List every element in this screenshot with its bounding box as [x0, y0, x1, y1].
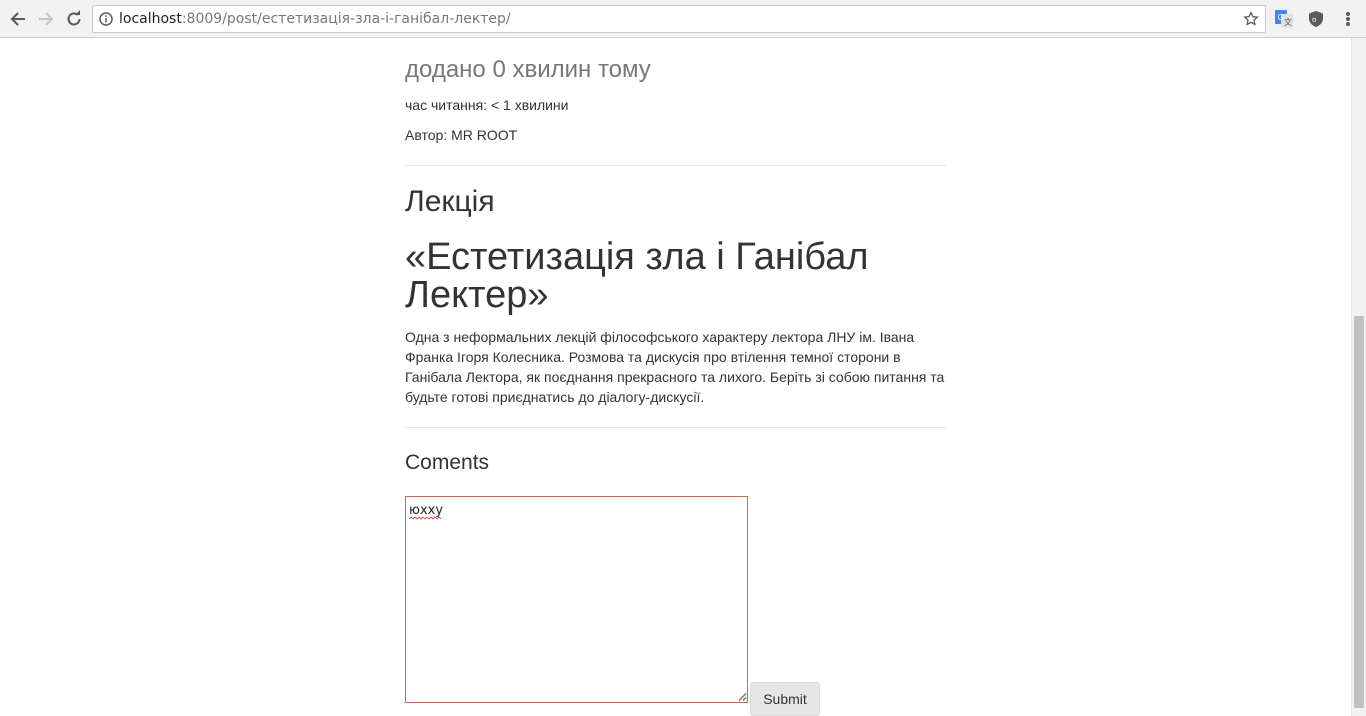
- post-added-time: додано 0 хвилин тому: [405, 56, 651, 83]
- url-text[interactable]: localhost:8009/post/естетизація-зла-і-га…: [119, 11, 511, 27]
- url-host: localhost: [119, 11, 182, 27]
- ublock-icon: ʊ: [1309, 11, 1323, 27]
- kebab-menu-icon: [1346, 17, 1350, 21]
- comments-heading: Coments: [405, 451, 490, 474]
- address-bar[interactable]: localhost:8009/post/естетизація-зла-і-га…: [92, 5, 1266, 33]
- divider: [405, 165, 946, 166]
- post-description: Одна з неформальних лекцій філософського…: [405, 329, 945, 405]
- url-path: :8009/post/естетизація-зла-і-ганібал-лек…: [181, 11, 511, 27]
- info-icon[interactable]: [99, 12, 113, 26]
- arrow-right-icon: [39, 12, 54, 26]
- scrollbar-thumb[interactable]: [1354, 316, 1364, 708]
- back-button[interactable]: [6, 7, 30, 31]
- spellcheck-underline: [409, 517, 441, 520]
- reload-icon: [67, 10, 81, 26]
- post-author: Автор: MR ROOT: [405, 127, 518, 143]
- browser-menu-button[interactable]: [1342, 9, 1354, 29]
- google-translate-extension[interactable]: G 文: [1274, 9, 1294, 29]
- google-translate-icon: G 文: [1275, 10, 1293, 28]
- arrow-left-icon: [10, 12, 25, 26]
- kebab-menu-icon: [1346, 12, 1350, 16]
- submit-button[interactable]: Submit: [750, 682, 820, 716]
- post-title: «Естетизація зла і Ганібал Лектер»: [405, 236, 869, 316]
- forward-button[interactable]: [34, 7, 58, 31]
- reload-button[interactable]: [62, 7, 86, 31]
- star-icon[interactable]: [1243, 11, 1259, 27]
- comment-textarea[interactable]: юхху: [405, 496, 748, 703]
- svg-text:文: 文: [1284, 17, 1292, 27]
- divider: [405, 427, 946, 428]
- browser-toolbar: localhost:8009/post/естетизація-зла-і-га…: [0, 0, 1366, 38]
- svg-text:ʊ: ʊ: [1312, 16, 1316, 24]
- post-kind: Лекція: [405, 185, 495, 218]
- ublock-extension[interactable]: ʊ: [1306, 9, 1326, 29]
- page-scrollbar[interactable]: [1351, 38, 1366, 716]
- svg-text:G: G: [1278, 13, 1284, 22]
- post-read-time: час читання: < 1 хвилини: [405, 97, 569, 113]
- resize-grip-icon[interactable]: [737, 691, 747, 701]
- kebab-menu-icon: [1346, 22, 1350, 26]
